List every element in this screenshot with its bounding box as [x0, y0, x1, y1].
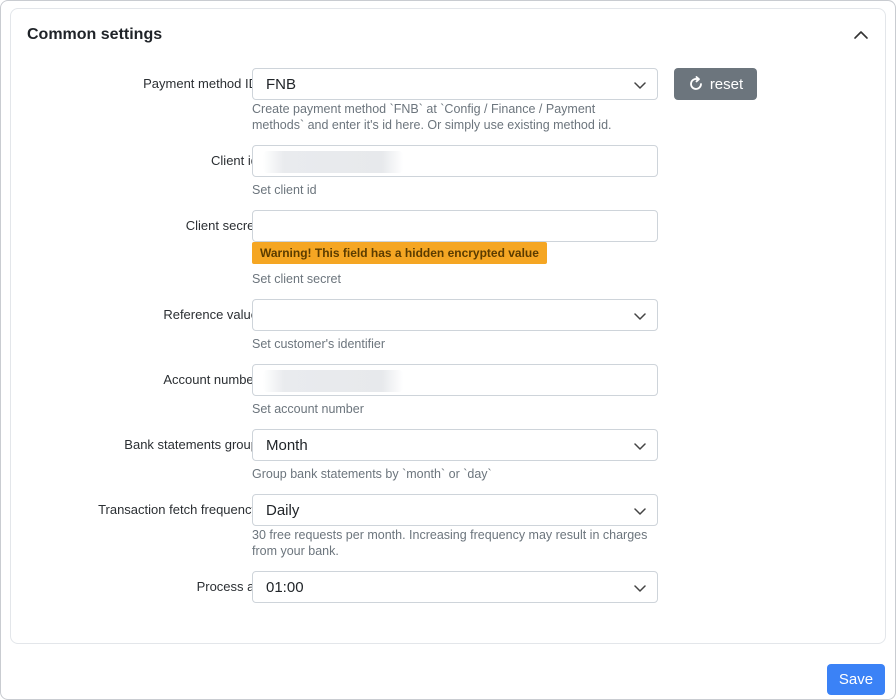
card-title: Common settings [27, 26, 163, 43]
client-id-label: Client id [211, 153, 258, 168]
hidden-value-mask [263, 151, 403, 173]
account-number-input[interactable] [252, 364, 658, 396]
chevron-down-icon [634, 508, 646, 515]
fetch-frequency-label: Transaction fetch frequency [98, 502, 258, 517]
client-secret-input[interactable] [252, 210, 658, 242]
client-id-input[interactable] [252, 145, 658, 177]
reference-value-help: Set customer's identifier [252, 337, 385, 351]
chevron-down-icon [634, 585, 646, 592]
encrypted-value-warning: Warning! This field has a hidden encrypt… [252, 242, 547, 264]
payment-method-label: Payment method ID [143, 76, 258, 91]
chevron-down-icon [634, 313, 646, 320]
client-id-help: Set client id [252, 183, 317, 197]
account-number-label: Account number [163, 372, 258, 387]
process-at-select[interactable]: 01:00 [252, 571, 658, 603]
fetch-frequency-select[interactable]: Daily [252, 494, 658, 526]
bank-statements-group-help: Group bank statements by `month` or `day… [252, 467, 492, 481]
chevron-down-icon [634, 82, 646, 89]
chevron-down-icon [634, 443, 646, 450]
chevron-up-icon [854, 31, 868, 39]
reference-value-select[interactable] [252, 299, 658, 331]
bank-statements-group-label: Bank statements group [124, 437, 258, 452]
payment-method-value: FNB [266, 76, 296, 93]
client-secret-help: Set client secret [252, 272, 341, 286]
client-secret-label: Client secret [185, 218, 258, 233]
hidden-value-mask [263, 370, 403, 392]
bank-statements-group-select[interactable]: Month [252, 429, 658, 461]
process-at-value: 01:00 [266, 579, 304, 596]
account-number-help: Set account number [252, 402, 364, 416]
payment-method-help: Create payment method `FNB` at `Config /… [252, 102, 612, 132]
collapse-button[interactable] [851, 25, 871, 45]
fetch-frequency-help: 30 free requests per month. Increasing f… [252, 528, 648, 558]
settings-window: Common settings Payment method ID FNB re… [0, 0, 896, 700]
reset-label: reset [709, 75, 744, 93]
refresh-icon [689, 76, 702, 90]
bank-statements-group-value: Month [266, 437, 308, 454]
fetch-frequency-value: Daily [266, 502, 300, 519]
process-at-label: Process at [196, 579, 258, 594]
save-button[interactable]: Save [827, 664, 885, 695]
reset-button[interactable]: reset [674, 68, 757, 100]
payment-method-select[interactable]: FNB [252, 68, 658, 100]
reference-value-label: Reference value [163, 307, 258, 322]
